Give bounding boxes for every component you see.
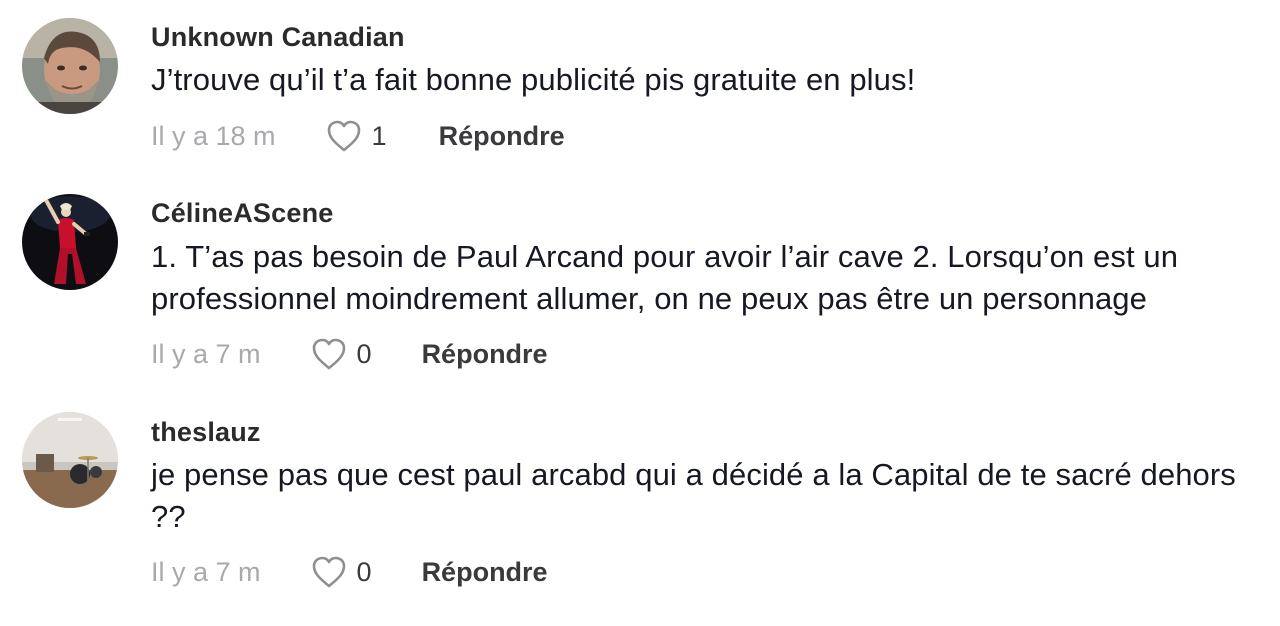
comment-username[interactable]: theslauz [151, 417, 261, 448]
avatar[interactable] [22, 412, 118, 508]
comment-list: Unknown Canadian J’trouve qu’il t’a fait… [0, 0, 1280, 626]
avatar-drum-room-icon [22, 412, 118, 508]
like-count: 0 [356, 556, 372, 587]
comment-actions: Il y a 7 m 0 Répondre [151, 552, 548, 592]
comment-text: je pense pas que cest paul arcabd qui a … [151, 457, 1236, 534]
comment-timestamp: Il y a 7 m [151, 556, 261, 587]
heart-icon[interactable] [311, 555, 347, 589]
reply-button[interactable]: Répondre [422, 557, 548, 588]
comment-item: theslauz je pense pas que cest paul arca… [0, 0, 1280, 626]
like-button[interactable]: 0 [311, 555, 372, 589]
